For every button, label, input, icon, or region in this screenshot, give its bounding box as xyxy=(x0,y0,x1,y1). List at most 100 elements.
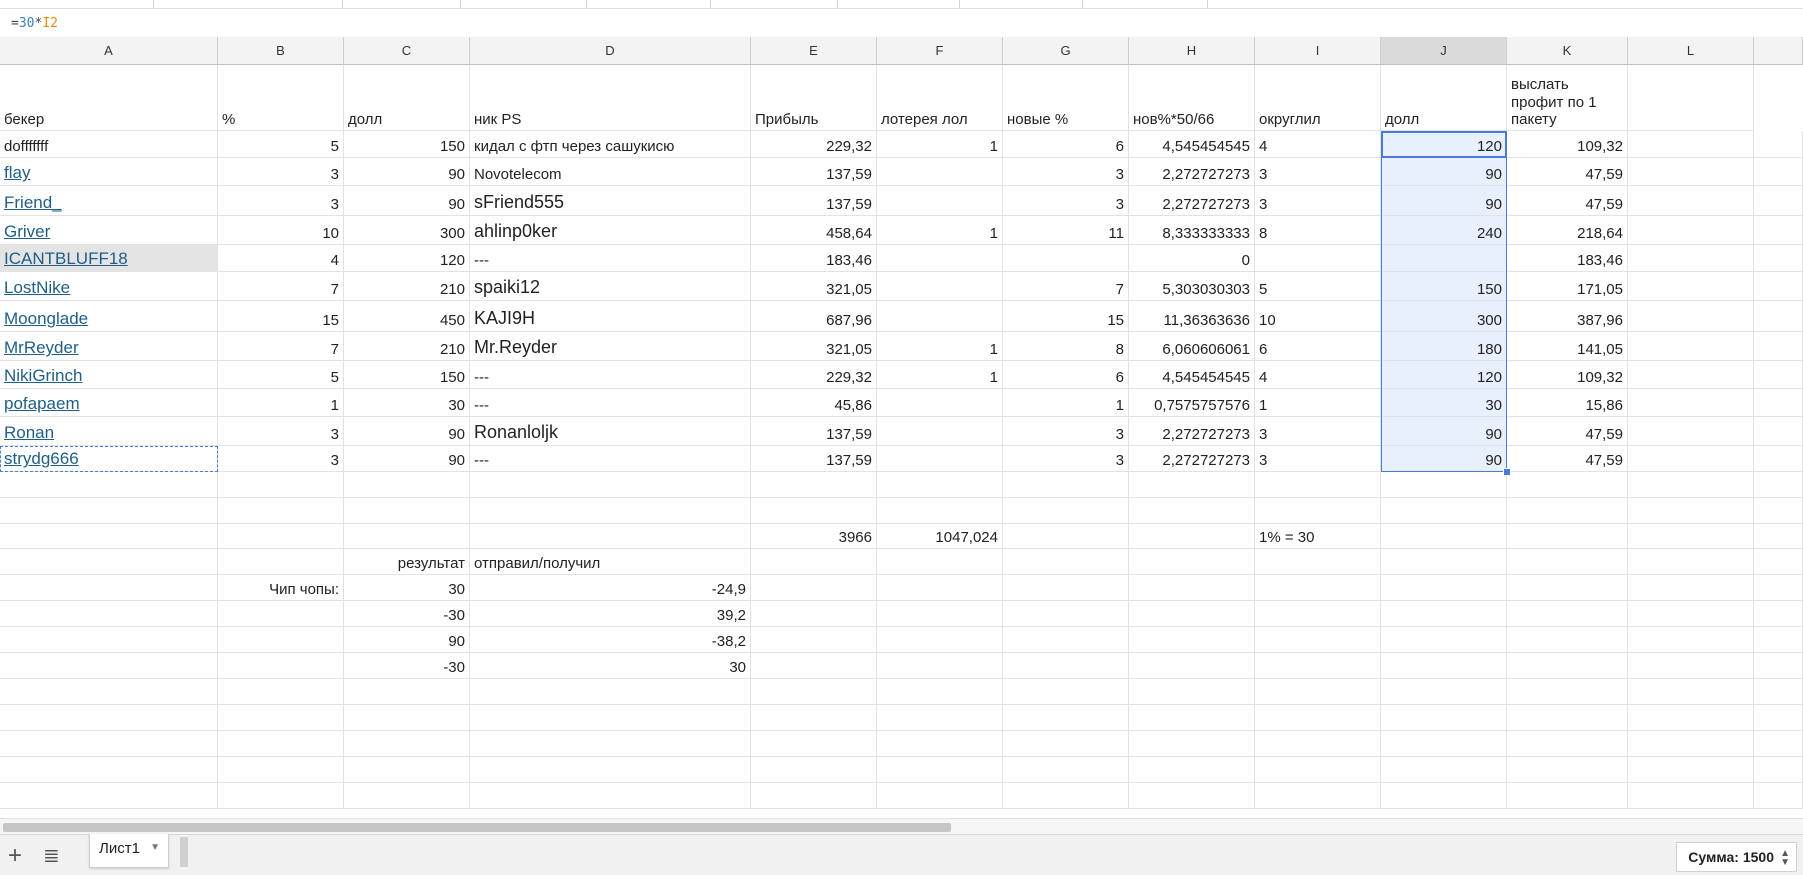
horizontal-scrollbar[interactable] xyxy=(0,818,1803,835)
data-cell[interactable]: Ronanloljk xyxy=(470,417,751,446)
data-cell[interactable] xyxy=(1628,549,1754,575)
data-cell[interactable]: 90 xyxy=(344,158,470,186)
data-cell[interactable] xyxy=(1628,131,1754,158)
data-cell[interactable] xyxy=(218,498,344,524)
data-cell[interactable] xyxy=(1381,627,1507,653)
data-cell[interactable]: 321,05 xyxy=(751,332,877,361)
data-cell[interactable]: 150 xyxy=(1381,272,1507,301)
data-cell[interactable] xyxy=(1255,245,1381,272)
name-cell[interactable] xyxy=(0,627,218,653)
data-cell[interactable]: 47,59 xyxy=(1507,417,1628,446)
data-cell[interactable] xyxy=(218,679,344,705)
empty-cell[interactable] xyxy=(1754,332,1803,361)
data-cell[interactable] xyxy=(1507,705,1628,731)
data-cell[interactable]: --- xyxy=(470,446,751,472)
name-cell[interactable]: NikiGrinch xyxy=(0,361,218,389)
empty-cell[interactable] xyxy=(1754,627,1803,653)
data-cell[interactable] xyxy=(1129,731,1255,757)
name-cell[interactable] xyxy=(0,575,218,601)
data-cell[interactable] xyxy=(1255,549,1381,575)
empty-cell[interactable] xyxy=(1754,389,1803,417)
empty-cell[interactable] xyxy=(1754,186,1803,216)
scrollbar-thumb[interactable] xyxy=(3,823,951,832)
name-cell[interactable] xyxy=(0,601,218,627)
data-cell[interactable]: spaiki12 xyxy=(470,272,751,301)
empty-cell[interactable] xyxy=(1754,601,1803,627)
data-cell[interactable] xyxy=(344,705,470,731)
data-cell[interactable] xyxy=(1628,216,1754,245)
data-cell[interactable] xyxy=(751,731,877,757)
data-cell[interactable]: 30 xyxy=(1381,389,1507,417)
name-cell[interactable] xyxy=(0,731,218,757)
data-cell[interactable]: 90 xyxy=(344,186,470,216)
column-header-k[interactable]: K xyxy=(1507,37,1628,65)
data-cell[interactable] xyxy=(344,498,470,524)
data-cell[interactable] xyxy=(218,472,344,498)
data-cell[interactable] xyxy=(1255,472,1381,498)
data-cell[interactable]: 90 xyxy=(1381,417,1507,446)
header-cell[interactable]: выслать профит по 1 пакету xyxy=(1507,65,1628,131)
data-cell[interactable] xyxy=(470,472,751,498)
data-cell[interactable]: 0 xyxy=(1129,245,1255,272)
data-cell[interactable]: 3 xyxy=(1255,417,1381,446)
name-cell[interactable]: MrReyder xyxy=(0,332,218,361)
add-sheet-icon[interactable]: + xyxy=(8,842,22,870)
data-cell[interactable] xyxy=(751,653,877,679)
data-cell[interactable]: 210 xyxy=(344,272,470,301)
data-cell[interactable]: 3 xyxy=(1255,446,1381,472)
data-cell[interactable]: 3 xyxy=(1003,158,1129,186)
header-cell[interactable]: лотерея лол xyxy=(877,65,1003,131)
name-cell[interactable]: dofffffff xyxy=(0,131,218,158)
empty-cell[interactable] xyxy=(1754,575,1803,601)
empty-cell[interactable] xyxy=(1754,245,1803,272)
data-cell[interactable] xyxy=(1381,653,1507,679)
data-cell[interactable] xyxy=(1381,245,1507,272)
data-cell[interactable] xyxy=(1628,783,1754,809)
data-cell[interactable] xyxy=(1129,783,1255,809)
empty-cell[interactable] xyxy=(1754,757,1803,783)
data-cell[interactable] xyxy=(751,757,877,783)
fill-handle[interactable] xyxy=(1503,468,1511,476)
data-cell[interactable] xyxy=(877,186,1003,216)
data-cell[interactable] xyxy=(1381,524,1507,549)
data-cell[interactable] xyxy=(470,757,751,783)
data-cell[interactable]: 4 xyxy=(1255,361,1381,389)
data-cell[interactable]: 687,96 xyxy=(751,301,877,332)
data-cell[interactable] xyxy=(1628,158,1754,186)
data-cell[interactable] xyxy=(218,549,344,575)
data-cell[interactable] xyxy=(1507,757,1628,783)
data-cell[interactable] xyxy=(218,653,344,679)
name-cell[interactable]: flay xyxy=(0,158,218,186)
data-cell[interactable] xyxy=(1003,245,1129,272)
data-cell[interactable]: 183,46 xyxy=(1507,245,1628,272)
data-cell[interactable]: 5,303030303 xyxy=(1129,272,1255,301)
sort-arrows-icon[interactable]: ▲ ▼ xyxy=(1780,843,1790,868)
column-header-i[interactable]: I xyxy=(1255,37,1381,65)
data-cell[interactable]: 4,545454545 xyxy=(1129,361,1255,389)
data-cell[interactable]: 8 xyxy=(1255,216,1381,245)
data-cell[interactable] xyxy=(1381,549,1507,575)
data-cell[interactable]: 3966 xyxy=(751,524,877,549)
data-cell[interactable]: 120 xyxy=(344,245,470,272)
data-cell[interactable] xyxy=(1507,731,1628,757)
data-cell[interactable] xyxy=(877,731,1003,757)
data-cell[interactable] xyxy=(1628,245,1754,272)
data-cell[interactable] xyxy=(751,679,877,705)
header-cell[interactable]: Прибыль xyxy=(751,65,877,131)
name-cell[interactable]: Moonglade xyxy=(0,301,218,332)
header-cell[interactable]: долл xyxy=(1381,65,1507,131)
data-cell[interactable] xyxy=(1628,653,1754,679)
data-cell[interactable] xyxy=(877,705,1003,731)
data-cell[interactable]: 120 xyxy=(1381,361,1507,389)
data-cell[interactable]: ahlinp0ker xyxy=(470,216,751,245)
name-cell[interactable]: LostNike xyxy=(0,272,218,301)
empty-cell[interactable] xyxy=(1754,131,1803,158)
data-cell[interactable]: 5 xyxy=(218,131,344,158)
data-cell[interactable] xyxy=(1129,575,1255,601)
empty-cell[interactable] xyxy=(1754,731,1803,757)
data-cell[interactable]: 450 xyxy=(344,301,470,332)
data-cell[interactable] xyxy=(1381,601,1507,627)
data-cell[interactable]: 5 xyxy=(1255,272,1381,301)
empty-cell[interactable] xyxy=(1754,653,1803,679)
data-cell[interactable]: 3 xyxy=(218,186,344,216)
